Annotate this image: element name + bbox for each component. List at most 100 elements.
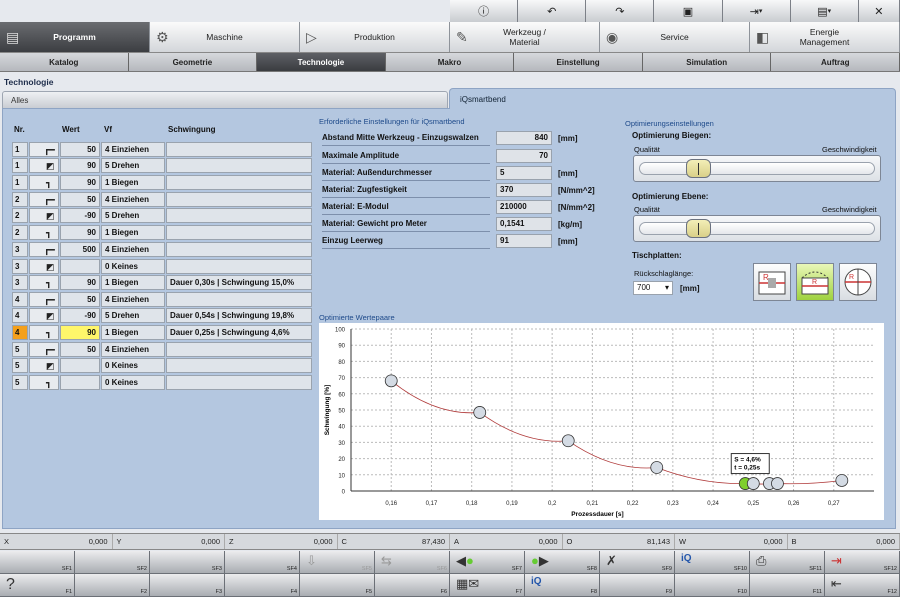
pareto-curve [390, 380, 842, 485]
table-plates-title: Tischplatten: [632, 251, 682, 260]
plane-optimization-slider[interactable] [633, 215, 881, 242]
table-row[interactable]: 2 ┏━ 50 4 Einziehen [12, 192, 312, 207]
nav-werkzeug-material[interactable]: ✎ Werkzeug / Material [450, 22, 600, 52]
softkey-sf9[interactable]: ✗ SF9 [600, 551, 675, 574]
close-button[interactable]: ✕ [858, 0, 900, 22]
nav-maschine[interactable]: ⚙ Maschine [150, 22, 300, 52]
field-gewicht[interactable]: 0,1541 [496, 217, 552, 231]
field-abstand[interactable]: 840 [496, 131, 552, 145]
tab-einstellung[interactable]: Einstellung [514, 53, 643, 71]
table-row[interactable]: 1 ◩ 90 5 Drehen [12, 158, 312, 173]
nav-service[interactable]: ◉ Service [600, 22, 750, 52]
segment-bend-icon: ┏━ [44, 345, 55, 355]
tab-katalog[interactable]: Katalog [0, 53, 129, 71]
previous-green-icon: ◀● [456, 553, 474, 568]
insert-disabled-icon: ⇩ [306, 553, 317, 568]
softkey-sf12[interactable]: ⇥ SF12 [825, 551, 900, 574]
softkey-f3[interactable]: F3 [150, 574, 225, 597]
table-row[interactable]: 5 ┓ 0 Keines [12, 375, 312, 390]
slider-handle[interactable] [686, 219, 711, 238]
plate-circle-button[interactable]: R [839, 263, 877, 301]
table-row[interactable]: 5 ┏━ 50 4 Einziehen [12, 342, 312, 357]
tab-geometrie[interactable]: Geometrie [129, 53, 258, 71]
bend-quality-label: Qualität [634, 145, 660, 154]
export-button[interactable]: ⇥ ▾ [722, 0, 791, 22]
x-tick-label: 0,21 [587, 501, 599, 507]
table-row[interactable]: 4 ◩ -90 5 Drehen Dauer 0,54s | Schwingung 19… [12, 308, 312, 323]
production-icon: ▷ [306, 29, 317, 45]
col-header-wert: Wert [62, 125, 80, 134]
softkey-sf2[interactable]: SF2 [75, 551, 150, 574]
plate-active-button[interactable]: R [796, 263, 834, 301]
field-emodul[interactable]: 210000 [496, 200, 552, 214]
softkey-sf6[interactable]: ⇆ SF6 [375, 551, 450, 574]
y-tick-label: 80 [338, 360, 345, 366]
nav-produktion[interactable]: ▷ Produktion [300, 22, 450, 52]
data-point [835, 474, 849, 487]
table-row[interactable]: 4 ┏━ 50 4 Einziehen [12, 292, 312, 307]
softkey-f4[interactable]: F4 [225, 574, 300, 597]
softkey-sf5[interactable]: ⇩ SF5 [300, 551, 375, 574]
table-row[interactable]: 1 ┓ 90 1 Biegen [12, 175, 312, 190]
table-row[interactable]: 1 ┏━ 50 4 Einziehen [12, 142, 312, 157]
softkey-f9[interactable]: F9 [600, 574, 675, 597]
tab-simulation[interactable]: Simulation [643, 53, 772, 71]
x-tick-label: 0,22 [627, 501, 639, 507]
table-row[interactable]: 2 ◩ -90 5 Drehen [12, 208, 312, 223]
softkey-sf8[interactable]: ●▶ SF8 [525, 551, 600, 574]
nav-programm[interactable]: ▤ Programm [0, 22, 150, 52]
svg-text:R: R [812, 279, 817, 286]
softkey-f6[interactable]: F6 [375, 574, 450, 597]
field-zugfestigkeit[interactable]: 370 [496, 183, 552, 197]
softkey-f8[interactable]: iQ F8 [525, 574, 600, 597]
table-row[interactable]: 3 ┏━ 500 4 Einziehen [12, 242, 312, 257]
machine-settings-icon: ▣ [682, 5, 694, 18]
redo-button[interactable]: ↷ [586, 0, 655, 22]
softkey-sf4[interactable]: SF4 [225, 551, 300, 574]
softkey-sf7[interactable]: ◀● SF7 [450, 551, 525, 574]
panel-tab-alles[interactable]: Alles [2, 91, 448, 109]
table-row[interactable]: 5 ◩ 0 Keines [12, 358, 312, 373]
slider-handle[interactable] [686, 159, 711, 178]
axis-w: W 0,000 [675, 534, 788, 549]
softkey-f7[interactable]: ▦✉ F7 [450, 574, 525, 597]
table-row-selected[interactable]: 4 ┓ 90 1 Biegen Dauer 0,25s | Schwingung 4,6… [12, 325, 312, 340]
softkey-f12[interactable]: ⇤ F12 [825, 574, 900, 597]
plate-horizontal-button[interactable]: R [753, 263, 791, 301]
plane-optimization-title: Optimierung Ebene: [632, 192, 709, 201]
y-tick-label: 60 [338, 392, 345, 398]
softkey-f2[interactable]: F2 [75, 574, 150, 597]
machine-settings-button[interactable]: ▣ [654, 0, 723, 22]
softkey-sf3[interactable]: SF3 [150, 551, 225, 574]
tab-technologie[interactable]: Technologie [257, 53, 386, 71]
panel-tab-iqsmartbend[interactable]: iQsmartbend [449, 88, 896, 109]
y-tick-label: 20 [338, 457, 345, 463]
table-row[interactable]: 3 ◩ 0 Keines [12, 259, 312, 274]
field-aussendurchmesser[interactable]: 5 [496, 166, 552, 180]
save-button[interactable]: ▤ ▾ [790, 0, 859, 22]
optimize-disabled-icon: ✗ [606, 553, 617, 568]
undo-button[interactable]: ↶ [518, 0, 587, 22]
nav-energie-management[interactable]: ◧ Energie Management [750, 22, 900, 52]
table-row[interactable]: 2 ┓ 90 1 Biegen [12, 225, 312, 240]
export-icon: ⇥ [749, 5, 759, 18]
bend-optimization-slider[interactable] [633, 155, 881, 182]
eye-icon: ◉ [606, 29, 619, 45]
softkey-f11[interactable]: F11 [750, 574, 825, 597]
softkey-f1[interactable]: ? F1 [0, 574, 75, 597]
softkey-sf1[interactable]: SF1 [0, 551, 75, 574]
softkey-f5[interactable]: F5 [300, 574, 375, 597]
data-point [473, 406, 487, 419]
field-amplitude[interactable]: 70 [496, 149, 552, 163]
tab-makro[interactable]: Makro [386, 53, 515, 71]
softkey-sf11[interactable]: ⎙ SF11 [750, 551, 825, 574]
stroke-length-select[interactable]: 700 ▾ [633, 281, 673, 295]
info-button[interactable]: ⓘ [450, 0, 519, 22]
table-row[interactable]: 3 ┓ 90 1 Biegen Dauer 0,30s | Schwingung 15,… [12, 275, 312, 290]
field-leerweg[interactable]: 91 [496, 234, 552, 248]
stroke-length-unit: [mm] [680, 284, 700, 293]
softkey-sf10[interactable]: iQ SF10 [675, 551, 750, 574]
softkey-f10[interactable]: F10 [675, 574, 750, 597]
bend-icon: ┓ [46, 278, 52, 288]
tab-auftrag[interactable]: Auftrag [771, 53, 900, 71]
